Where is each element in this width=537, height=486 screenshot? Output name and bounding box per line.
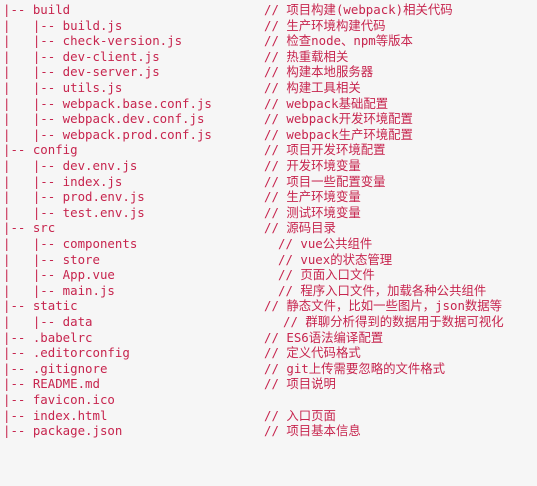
tree-comment: // ES6语法编译配置: [264, 329, 384, 345]
tree-comment: // 生产环境构建代码: [264, 17, 386, 33]
tree-comment: // 项目开发环境配置: [264, 142, 386, 158]
tree-row: | |-- webpack.dev.conf.js // webpack开发环境…: [0, 111, 537, 127]
tree-comment: // vuex的状态管理: [278, 251, 393, 267]
tree-path: | |-- prod.env.js: [3, 189, 145, 205]
tree-comment: // 项目一些配置变量: [264, 173, 386, 189]
tree-row: | |-- webpack.base.conf.js // webpack基础配…: [0, 96, 537, 112]
tree-comment: // 源码目录: [264, 220, 336, 236]
tree-path: | |-- webpack.base.conf.js: [3, 95, 212, 111]
tree-path: |-- .babelrc: [3, 329, 93, 345]
tree-row: | |-- dev-server.js // 构建本地服务器: [0, 64, 537, 80]
tree-path: | |-- build.js: [3, 17, 123, 33]
tree-comment: // webpack生产环境配置: [264, 126, 413, 142]
tree-row: | |-- dev.env.js // 开发环境变量: [0, 158, 537, 174]
tree-path: | |-- components: [3, 236, 138, 251]
tree-path: | |-- dev-server.js: [3, 64, 160, 80]
tree-row: | |-- webpack.prod.conf.js // webpack生产环…: [0, 127, 537, 143]
tree-path: |-- favicon.ico: [3, 392, 115, 407]
tree-path: |-- .gitignore: [3, 360, 108, 376]
tree-comment: // 测试环境变量: [264, 204, 361, 220]
tree-comment: // webpack基础配置: [264, 95, 389, 111]
tree-path: | |-- data: [3, 314, 93, 329]
tree-row: | |-- check-version.js // 检查node、npm等版本: [0, 33, 537, 49]
tree-path: | |-- dev.env.js: [3, 158, 138, 173]
tree-row: |-- favicon.ico: [0, 392, 537, 408]
tree-comment: // 构建本地服务器: [264, 64, 374, 80]
tree-comment: // 静态文件，比如一些图片，json数据等: [264, 298, 503, 314]
tree-path: | |-- App.vue: [3, 267, 115, 283]
tree-row: |-- package.json // 项目基本信息: [0, 423, 537, 439]
tree-path: | |-- main.js: [3, 282, 115, 298]
tree-row: |-- config // 项目开发环境配置: [0, 142, 537, 158]
tree-comment: // git上传需要忽略的文件格式: [264, 360, 446, 376]
tree-path: |-- build: [3, 2, 71, 17]
tree-path: | |-- test.env.js: [3, 204, 145, 220]
tree-row: | |-- dev-client.js // 热重载相关: [0, 49, 537, 65]
tree-comment: // 项目基本信息: [264, 423, 361, 439]
tree-path: | |-- webpack.dev.conf.js: [3, 111, 205, 127]
tree-row: | |-- components // vue公共组件: [0, 236, 537, 252]
tree-comment: // 页面入口文件: [278, 267, 375, 283]
tree-path: | |-- utils.js: [3, 80, 123, 95]
tree-path: |-- .editorconfig: [3, 345, 130, 361]
tree-comment: // 入口页面: [264, 407, 336, 423]
tree-path: |-- README.md: [3, 376, 100, 392]
tree-comment: // 定义代码格式: [264, 345, 361, 361]
tree-path: | |-- index.js: [3, 173, 123, 189]
tree-row: | |-- main.js // 程序入口文件，加载各种公共组件: [0, 283, 537, 299]
tree-path: |-- index.html: [3, 407, 108, 423]
tree-row: |-- README.md // 项目说明: [0, 376, 537, 392]
tree-comment: // 程序入口文件，加载各种公共组件: [278, 282, 487, 298]
tree-comment: // 热重载相关: [264, 48, 349, 64]
tree-row: | |-- utils.js // 构建工具相关: [0, 80, 537, 96]
tree-row: | |-- data // 群聊分析得到的数据用于数据可视化: [0, 314, 537, 330]
tree-row: | |-- test.env.js // 测试环境变量: [0, 205, 537, 221]
tree-path: | |-- dev-client.js: [3, 48, 160, 64]
tree-row: | |-- build.js // 生产环境构建代码: [0, 18, 537, 34]
tree-path: | |-- store: [3, 251, 100, 267]
tree-comment: // 群聊分析得到的数据用于数据可视化: [283, 314, 504, 329]
tree-row: | |-- prod.env.js // 生产环境变量: [0, 189, 537, 205]
tree-comment: // 开发环境变量: [264, 158, 361, 173]
tree-path: |-- static: [3, 298, 78, 314]
tree-row: | |-- index.js // 项目一些配置变量: [0, 174, 537, 190]
tree-comment: // vue公共组件: [278, 236, 373, 251]
tree-comment: // 项目说明: [264, 376, 336, 392]
tree-comment: // 检查node、npm等版本: [264, 33, 413, 49]
tree-path: |-- package.json: [3, 423, 123, 439]
tree-row: |-- index.html // 入口页面: [0, 408, 537, 424]
tree-path: |-- src: [3, 220, 56, 236]
tree-row: |-- .babelrc // ES6语法编译配置: [0, 330, 537, 346]
tree-row: | |-- store // vuex的状态管理: [0, 252, 537, 268]
tree-comment: // 生产环境变量: [264, 189, 361, 205]
file-tree: |-- build // 项目构建(webpack)相关代码 | |-- bui…: [0, 0, 537, 458]
tree-path: | |-- check-version.js: [3, 33, 183, 49]
tree-row: | |-- App.vue // 页面入口文件: [0, 267, 537, 283]
tree-path: |-- config: [3, 142, 78, 158]
tree-row: |-- static // 静态文件，比如一些图片，json数据等: [0, 298, 537, 314]
tree-row: |-- build // 项目构建(webpack)相关代码: [0, 2, 537, 18]
tree-row: |-- .gitignore // git上传需要忽略的文件格式: [0, 361, 537, 377]
tree-comment: // webpack开发环境配置: [264, 111, 413, 127]
tree-comment: // 构建工具相关: [264, 80, 361, 95]
tree-row: |-- .editorconfig // 定义代码格式: [0, 345, 537, 361]
tree-path: | |-- webpack.prod.conf.js: [3, 126, 212, 142]
tree-comment: // 项目构建(webpack)相关代码: [264, 2, 453, 17]
tree-row: |-- src // 源码目录: [0, 220, 537, 236]
